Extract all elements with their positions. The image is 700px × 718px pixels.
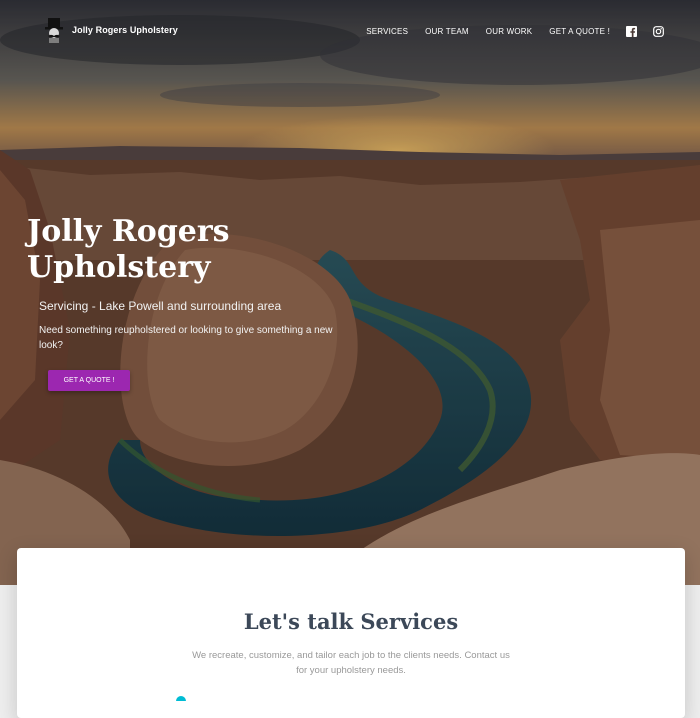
nav-link-get-a-quote[interactable]: GET A QUOTE ! <box>549 27 610 36</box>
top-hat-mustache-icon <box>45 18 63 43</box>
brand[interactable]: Jolly Rogers Upholstery <box>42 16 178 44</box>
hero-section: Jolly Rogers Upholstery SERVICES OUR TEA… <box>0 0 700 585</box>
service-icon-partial <box>176 696 186 701</box>
instagram-icon[interactable] <box>653 26 664 37</box>
navbar: Jolly Rogers Upholstery SERVICES OUR TEA… <box>0 0 700 64</box>
services-title: Let's talk Services <box>243 609 459 634</box>
hero-title: Jolly Rogers Upholstery <box>27 214 230 285</box>
nav-link-our-team[interactable]: OUR TEAM <box>425 27 469 36</box>
hero-subtitle: Servicing - Lake Powell and surrounding … <box>39 299 282 313</box>
services-card: Let's talk Services We recreate, customi… <box>17 548 685 718</box>
nav-links: SERVICES OUR TEAM OUR WORK GET A QUOTE ! <box>349 26 664 37</box>
services-description: We recreate, customize, and tailor each … <box>192 650 510 676</box>
get-a-quote-button[interactable]: GET A QUOTE ! <box>48 370 130 391</box>
facebook-icon[interactable] <box>626 26 637 37</box>
nav-link-services[interactable]: SERVICES <box>366 27 408 36</box>
brand-name: Jolly Rogers Upholstery <box>72 25 178 35</box>
hero-text: Need something reupholstered or looking … <box>39 325 333 351</box>
nav-link-our-work[interactable]: OUR WORK <box>486 27 533 36</box>
hero-overlay <box>0 0 700 585</box>
